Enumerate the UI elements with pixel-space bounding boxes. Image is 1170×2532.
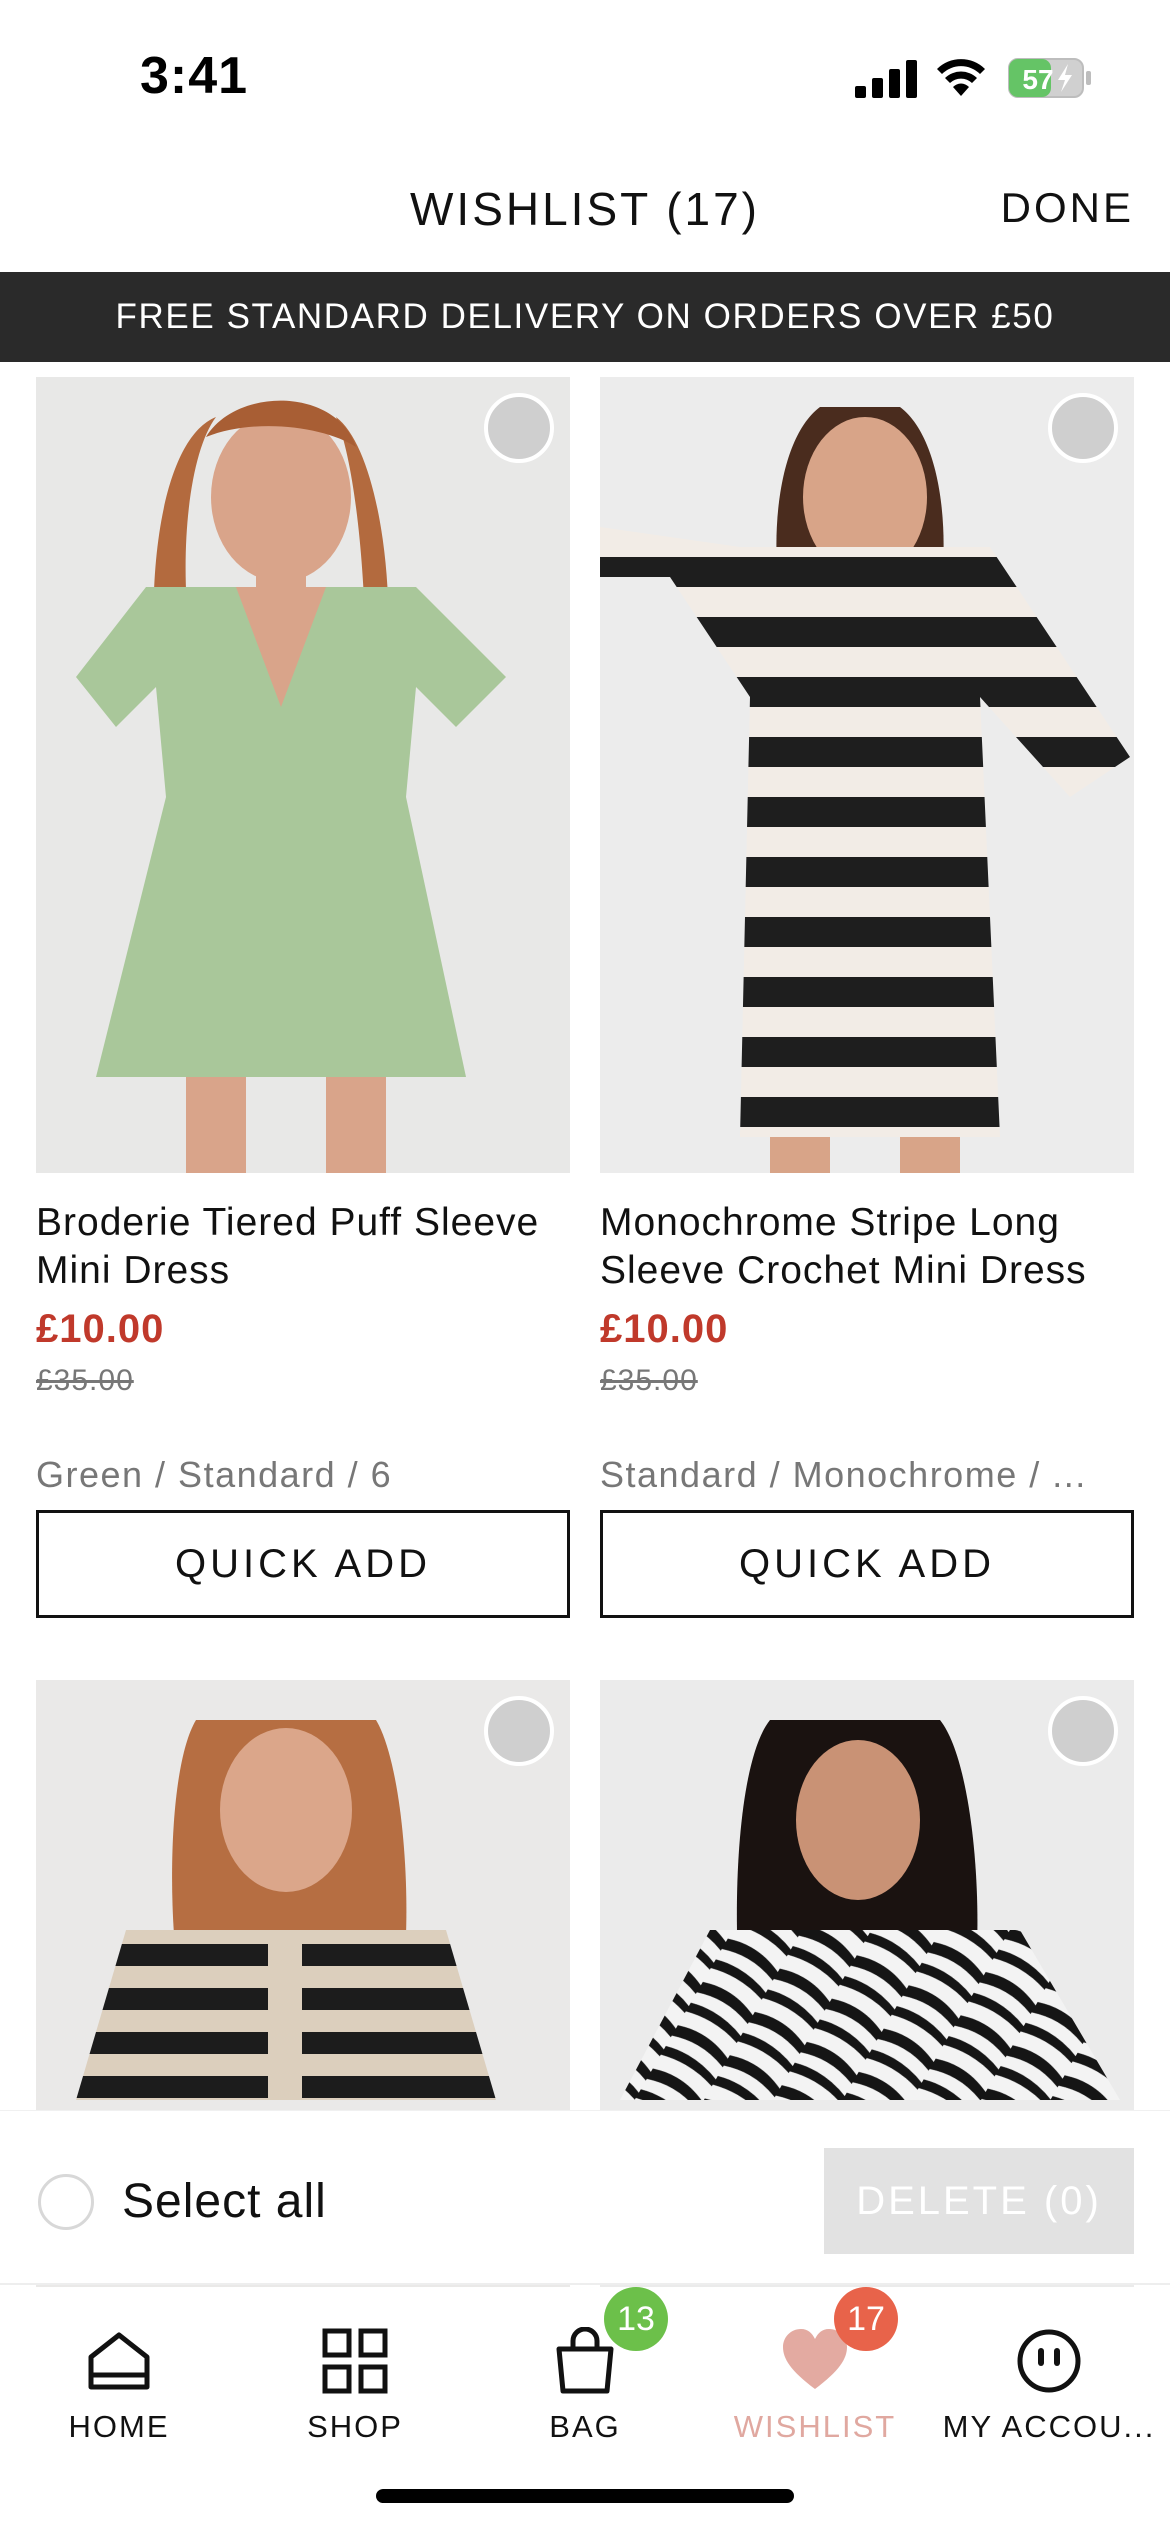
quick-add-button[interactable]: QUICK ADD (36, 1510, 570, 1618)
account-icon (1017, 2329, 1081, 2393)
sale-price: £10.00 (600, 1307, 729, 1351)
select-item-checkbox[interactable] (1048, 1696, 1118, 1766)
wifi-icon (937, 59, 985, 96)
page-title: WISHLIST (17) (410, 183, 760, 235)
promo-banner[interactable]: FREE STANDARD DELIVERY ON ORDERS OVER £5… (0, 272, 1170, 362)
product-photo (600, 377, 1134, 1173)
tab-label: MY ACCOU... (942, 2409, 1156, 2444)
tab-my-account[interactable]: MY ACCOU... (932, 2287, 1166, 2457)
tab-wishlist[interactable]: 17 WISHLIST (698, 2287, 932, 2457)
wishlist-screen: 3:41 57 WISHLIST (17) DONE FREE STANDARD… (0, 0, 1170, 2532)
bag-count-badge: 13 (604, 2287, 668, 2351)
tab-label: BAG (549, 2409, 621, 2444)
battery-icon: 57 (1008, 58, 1091, 98)
product-image[interactable] (600, 377, 1134, 1173)
wishlist-count-badge: 17 (834, 2287, 898, 2351)
grid-icon (322, 2328, 388, 2394)
original-price: £35.00 (600, 1364, 698, 1397)
product-photo (36, 377, 570, 1173)
product-card[interactable]: Broderie Tiered Puff Sleeve Mini Dress £… (36, 377, 570, 1618)
tab-label: WISHLIST (733, 2409, 897, 2444)
original-price: £35.00 (36, 1364, 134, 1397)
product-name[interactable]: Monochrome Stripe Long Sleeve Crochet Mi… (600, 1199, 1134, 1295)
variant-label: Standard / Monochrome / ... (600, 1454, 1087, 1495)
quick-add-button[interactable]: QUICK ADD (600, 1510, 1134, 1618)
product-image[interactable] (36, 377, 570, 1173)
tab-label: SHOP (307, 2409, 403, 2444)
app-header: WISHLIST (17) DONE (0, 150, 1170, 272)
select-item-checkbox[interactable] (484, 1696, 554, 1766)
product-card[interactable]: Monochrome Stripe Long Sleeve Crochet Mi… (600, 377, 1134, 1618)
status-time: 3:41 (140, 47, 249, 105)
variant-label: Green / Standard / 6 (36, 1454, 393, 1495)
battery-level: 57 (1022, 64, 1053, 95)
tab-label: HOME (68, 2409, 170, 2444)
status-bar: 3:41 57 (0, 0, 1170, 150)
product-name[interactable]: Broderie Tiered Puff Sleeve Mini Dress (36, 1199, 570, 1295)
cellular-signal-icon (855, 60, 917, 98)
done-button[interactable]: DONE (1001, 184, 1134, 232)
sale-price: £10.00 (36, 1307, 165, 1351)
tab-shop[interactable]: SHOP (238, 2287, 472, 2457)
delete-button[interactable]: DELETE (0) (824, 2148, 1134, 2254)
tab-bag[interactable]: 13 BAG (468, 2287, 702, 2457)
select-item-checkbox[interactable] (1048, 393, 1118, 463)
select-all-label[interactable]: Select all (122, 2174, 327, 2229)
home-icon (88, 2332, 150, 2390)
home-indicator[interactable] (376, 2489, 794, 2503)
select-item-checkbox[interactable] (484, 393, 554, 463)
tab-home[interactable]: HOME (2, 2287, 236, 2457)
select-all-radio[interactable] (38, 2174, 94, 2230)
